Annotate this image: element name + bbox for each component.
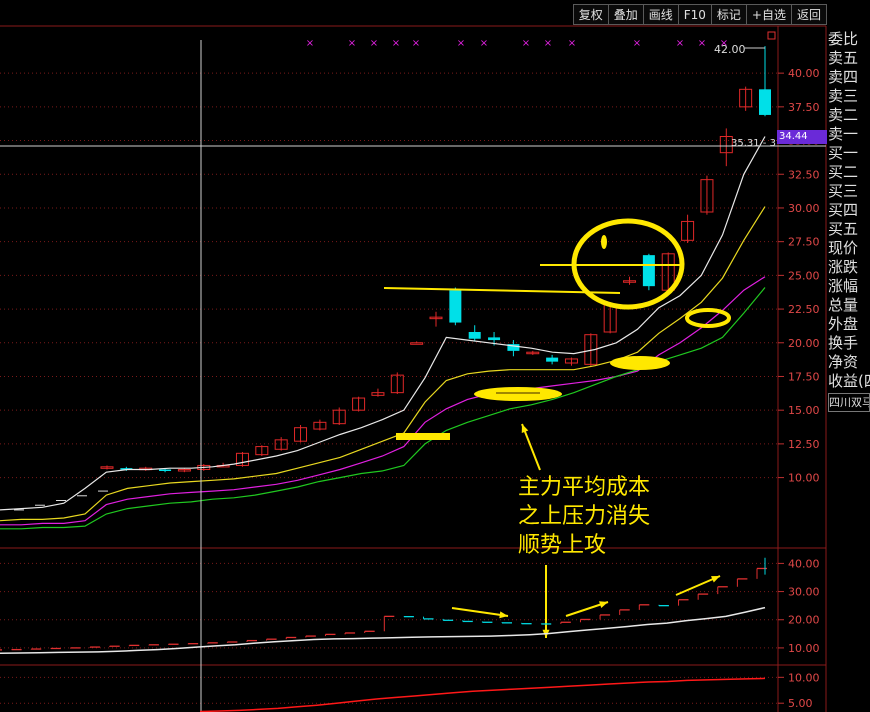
side-label-change: 涨跌 bbox=[828, 258, 859, 276]
event-marker: × bbox=[306, 38, 314, 49]
adjust-rights-button[interactable]: 复权 bbox=[572, 4, 609, 25]
annotation-arrow-up-head bbox=[521, 424, 529, 433]
side-label-bid5: 买五 bbox=[828, 220, 859, 238]
support-bar bbox=[396, 433, 450, 440]
side-label-net-assets: 净资 bbox=[828, 353, 859, 371]
annotation-text: 主力平均成本 之上压力消失 顺势上攻 bbox=[518, 473, 650, 560]
y-tick-label: 20.00 bbox=[788, 337, 820, 350]
top-toolbar: 复权 叠加 画线 F10 标记 +自选 返回 bbox=[572, 4, 827, 25]
red-indicator-line bbox=[199, 677, 766, 712]
annotation-line-2: 之上压力消失 bbox=[518, 504, 651, 529]
y-tick-label: 10.00 bbox=[788, 642, 820, 655]
moving-average-line bbox=[0, 276, 766, 526]
event-marker: × bbox=[522, 38, 530, 49]
side-label-order-ratio: 委比 bbox=[828, 30, 859, 48]
candle-body-down bbox=[759, 89, 771, 115]
y-tick-label: 25.00 bbox=[788, 269, 820, 282]
side-label-bid4: 买四 bbox=[828, 201, 859, 219]
y-tick-label: 40.00 bbox=[788, 67, 820, 80]
f10-button[interactable]: F10 bbox=[677, 4, 712, 25]
annotation-line-3: 顺势上攻 bbox=[518, 533, 607, 558]
draw-line-button[interactable]: 画线 bbox=[642, 4, 679, 25]
side-label-turnover: 换手 bbox=[828, 334, 859, 352]
event-marker: × bbox=[544, 38, 552, 49]
annotation-arrow-1 bbox=[451, 607, 509, 617]
side-label-volume: 总量 bbox=[828, 296, 859, 314]
highlight-dot bbox=[601, 235, 607, 249]
add-watchlist-button[interactable]: +自选 bbox=[745, 4, 792, 25]
annotation-arrow-2-head bbox=[599, 601, 608, 608]
candle-body-down bbox=[488, 337, 501, 341]
kline-chart[interactable]: 10.00 12.50 15.00 17.50 20.00 22.50 25.00 27.50… bbox=[0, 0, 870, 712]
side-label-ask1: 卖一 bbox=[828, 125, 859, 143]
side-label-ask2: 卖二 bbox=[828, 106, 859, 124]
y-tick-label: 30.00 bbox=[788, 586, 820, 599]
y-tick-label: 40.00 bbox=[788, 557, 820, 570]
mark-button[interactable]: 标记 bbox=[710, 4, 747, 25]
event-marker: × bbox=[480, 38, 488, 49]
candle-body-down bbox=[642, 255, 655, 287]
moving-average-line bbox=[0, 136, 766, 511]
y-tick-label: 10.00 bbox=[788, 671, 820, 684]
side-label-outer: 外盘 bbox=[828, 315, 859, 333]
quote-side-panel: 委比 卖五 卖四 卖三 卖二 卖一 买一 买二 买三 买四 买五 现价 涨跌 涨… bbox=[828, 30, 870, 412]
side-label-ask4: 卖四 bbox=[828, 68, 859, 86]
side-label-ask3: 卖三 bbox=[828, 87, 859, 105]
support-blob-2 bbox=[610, 356, 670, 370]
overlay-button[interactable]: 叠加 bbox=[607, 4, 644, 25]
highlight-ring bbox=[685, 308, 731, 328]
side-label-bid2: 买二 bbox=[828, 163, 859, 181]
support-blob-line bbox=[496, 392, 540, 394]
y-tick-label: 37.50 bbox=[788, 101, 820, 114]
side-label-ask5: 卖五 bbox=[828, 49, 859, 67]
peak-price-label: 42.00 bbox=[714, 43, 746, 56]
event-marker: × bbox=[457, 38, 465, 49]
event-marker: × bbox=[676, 38, 684, 49]
side-label-price: 现价 bbox=[828, 239, 859, 257]
annotation-line-1: 主力平均成本 bbox=[518, 475, 651, 500]
side-label-earnings: 收益(四 bbox=[828, 372, 870, 390]
back-button[interactable]: 返回 bbox=[790, 4, 827, 25]
side-label-change-pct: 涨幅 bbox=[828, 277, 859, 295]
window-close-area bbox=[826, 4, 870, 25]
crosshair-readout: 35.31 - 3 bbox=[731, 138, 776, 149]
peak-marker-box bbox=[767, 31, 776, 40]
candle-body-down bbox=[546, 357, 559, 362]
y-tick-label: 30.00 bbox=[788, 202, 820, 215]
current-price-tag: 34.44 bbox=[777, 130, 827, 144]
side-label-bid3: 买三 bbox=[828, 182, 859, 200]
y-tick-label: 17.50 bbox=[788, 370, 820, 383]
y-tick-label: 10.00 bbox=[788, 472, 820, 485]
candle-body-down bbox=[468, 331, 481, 339]
event-marker: × bbox=[392, 38, 400, 49]
event-marker: × bbox=[370, 38, 378, 49]
event-marker: × bbox=[412, 38, 420, 49]
side-label-bid1: 买一 bbox=[828, 144, 859, 162]
y-tick-label: 27.50 bbox=[788, 236, 820, 249]
y-tick-label: 32.50 bbox=[788, 168, 820, 181]
y-tick-label: 5.00 bbox=[788, 697, 813, 710]
event-marker: × bbox=[568, 38, 576, 49]
candle-body-down bbox=[449, 290, 462, 323]
event-marker: × bbox=[698, 38, 706, 49]
y-tick-label: 22.50 bbox=[788, 303, 820, 316]
y-tick-label: 12.50 bbox=[788, 438, 820, 451]
stock-name-tab[interactable]: 四川双马 bbox=[828, 393, 870, 412]
event-marker: × bbox=[633, 38, 641, 49]
event-marker: × bbox=[348, 38, 356, 49]
y-tick-label: 15.00 bbox=[788, 404, 820, 417]
candle-body-down bbox=[159, 469, 172, 472]
y-tick-label: 20.00 bbox=[788, 614, 820, 627]
candle-body-up bbox=[410, 342, 424, 345]
